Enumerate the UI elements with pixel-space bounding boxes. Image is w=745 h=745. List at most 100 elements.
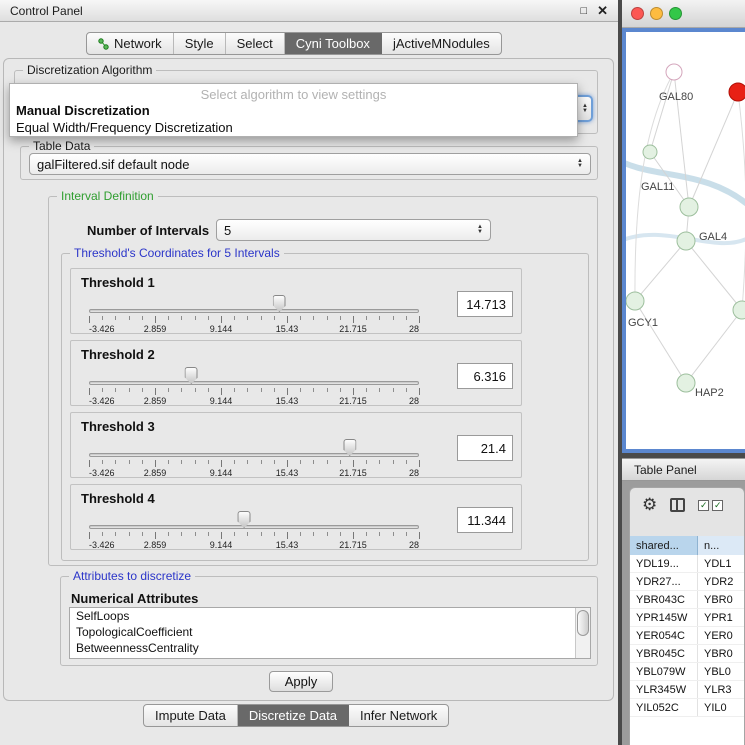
tab-network[interactable]: Network [87,33,174,54]
table-data-combo[interactable]: galFiltered.sif default node ▲▼ [29,153,591,175]
column-header-name[interactable]: n... [698,536,744,555]
table-cell[interactable]: YIL052C [630,699,698,716]
table-cell[interactable]: YER0 [698,627,744,644]
table-cell[interactable]: YDR2 [698,573,744,590]
table-row[interactable]: YBR043CYBR0 [630,591,744,609]
scale-label: -3.426 [89,468,115,478]
network-node[interactable] [626,292,644,310]
combo-arrows-icon: ▲▼ [471,225,483,235]
table-cell[interactable]: YDL1 [698,555,744,572]
scrollbar-thumb[interactable] [577,610,589,636]
dropdown-option-manual[interactable]: Manual Discretization [10,102,577,119]
table-row[interactable]: YBL079WYBL0 [630,663,744,681]
scale-label: -3.426 [89,324,115,334]
control-panel-window: Control Panel □ ✕ Network Style [0,0,618,745]
checkbox-list-icon[interactable]: ✓ ✓ [698,500,723,511]
slider-track[interactable] [89,525,419,529]
network-node[interactable] [733,301,745,319]
table-row[interactable]: YLR345WYLR3 [630,681,744,699]
threshold-value-field[interactable]: 21.4 [457,435,513,461]
scale-label: 2.859 [144,540,167,550]
dropdown-option-equal-width[interactable]: Equal Width/Frequency Discretization [10,119,577,136]
slider-track[interactable] [89,453,419,457]
attributes-list[interactable]: SelfLoops TopologicalCoefficient Between… [69,607,591,659]
control-panel-titlebar: Control Panel □ ✕ [0,0,618,22]
network-node[interactable] [666,64,682,80]
threshold-value-field[interactable]: 6.316 [457,363,513,389]
thresholds-group-title: Threshold's Coordinates for 5 Intervals [70,246,284,260]
network-node-label: GAL80 [659,91,693,103]
table-cell[interactable]: YLR345W [630,681,698,698]
tab-style[interactable]: Style [174,33,226,54]
apply-button[interactable]: Apply [269,671,333,692]
tab-jactivemnodules[interactable]: jActiveMNodules [382,33,501,54]
table-cell[interactable]: YIL0 [698,699,744,716]
network-node[interactable] [677,374,695,392]
tab-label: Discretize Data [249,708,337,723]
table-row[interactable]: YIL052CYIL0 [630,699,744,717]
table-row[interactable]: YPR145WYPR1 [630,609,744,627]
table-cell[interactable]: YDR27... [630,573,698,590]
table-row[interactable]: YER054CYER0 [630,627,744,645]
close-icon[interactable]: ✕ [597,3,608,19]
table-cell[interactable]: YBR045C [630,645,698,662]
threshold-value-field[interactable]: 11.344 [457,507,513,533]
table-cell[interactable]: YBR0 [698,645,744,662]
network-window: GAL80GAL11GAL4GCY1HAP2 [622,0,745,453]
threshold-slider[interactable]: -3.426 2.859 9.144 15.43 21.715 28 [89,341,419,407]
threshold-panel: Threshold 3 -3.426 2.859 9.144 15.43 21.… [70,412,522,478]
tab-infer-network[interactable]: Infer Network [349,705,448,726]
float-window-icon[interactable]: □ [580,5,587,17]
tab-impute-data[interactable]: Impute Data [144,705,238,726]
network-node[interactable] [643,145,657,159]
table-cell[interactable]: YBL079W [630,663,698,680]
tab-discretize-data[interactable]: Discretize Data [238,705,349,726]
threshold-slider[interactable]: -3.426 2.859 9.144 15.43 21.715 28 [89,413,419,479]
table-panel-window: ⚙ ✓ ✓ shared... n... YDL19...YDL1YDR27..… [629,487,745,745]
table-header: shared... n... [630,536,744,555]
table-cell[interactable]: YPR145W [630,609,698,626]
table-cell[interactable]: YPR1 [698,609,744,626]
table-panel-titlebar[interactable]: Table Panel [622,458,745,481]
number-of-intervals-combo[interactable]: 5 ▲▼ [216,219,491,241]
network-node[interactable] [729,83,745,101]
table-cell[interactable]: YBR0 [698,591,744,608]
network-node-label: HAP2 [695,387,724,399]
mac-minimize-icon[interactable] [650,7,663,20]
scrollbar[interactable] [575,608,590,658]
table-cell[interactable]: YBR043C [630,591,698,608]
columns-icon[interactable] [670,498,685,512]
network-node[interactable] [680,198,698,216]
list-item[interactable]: SelfLoops [70,608,590,624]
list-item[interactable]: BetweennessCentrality [70,640,590,656]
column-header-shared-name[interactable]: shared... [630,536,698,555]
mac-zoom-icon[interactable] [669,7,682,20]
slider-track[interactable] [89,309,419,313]
tab-select[interactable]: Select [226,33,285,54]
list-item[interactable]: TopologicalCoefficient [70,624,590,640]
table-row[interactable]: YBR045CYBR0 [630,645,744,663]
slider-track[interactable] [89,381,419,385]
algorithm-dropdown-popup: Select algorithm to view settings Manual… [9,83,578,137]
threshold-panel: Threshold 2 -3.426 2.859 9.144 15.43 21.… [70,340,522,406]
table-cell[interactable]: YBL0 [698,663,744,680]
table-cell[interactable]: YER054C [630,627,698,644]
tab-cyni-toolbox[interactable]: Cyni Toolbox [285,33,382,54]
slider-scale: -3.426 2.859 9.144 15.43 21.715 28 [89,324,419,334]
table-cell[interactable]: YLR3 [698,681,744,698]
table-row[interactable]: YDL19...YDL1 [630,555,744,573]
network-window-titlebar [622,0,745,28]
scale-label: 9.144 [210,396,233,406]
threshold-slider[interactable]: -3.426 2.859 9.144 15.43 21.715 28 [89,485,419,551]
checkbox-icon: ✓ [712,500,723,511]
table-row[interactable]: YDR27...YDR2 [630,573,744,591]
threshold-value-field[interactable]: 14.713 [457,291,513,317]
threshold-slider[interactable]: -3.426 2.859 9.144 15.43 21.715 28 [89,269,419,335]
network-node-label: GAL11 [641,181,674,193]
mac-close-icon[interactable] [631,7,644,20]
network-canvas[interactable]: GAL80GAL11GAL4GCY1HAP2 [622,28,745,453]
network-node[interactable] [677,232,695,250]
slider-scale: -3.426 2.859 9.144 15.43 21.715 28 [89,468,419,478]
table-cell[interactable]: YDL19... [630,555,698,572]
gear-icon[interactable]: ⚙ [642,497,657,514]
